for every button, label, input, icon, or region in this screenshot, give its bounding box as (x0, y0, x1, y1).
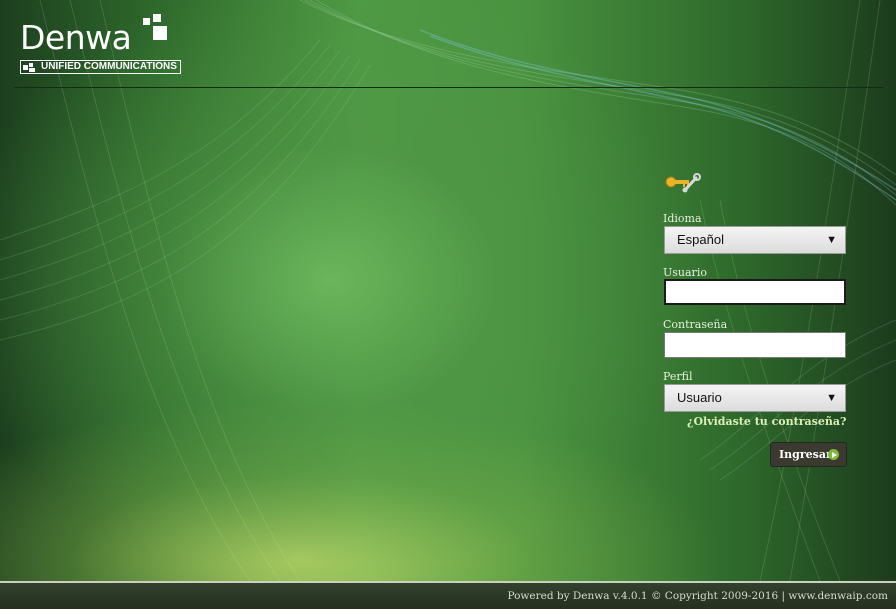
forgot-password-link[interactable]: ¿Olvidaste tu contraseña? (687, 415, 846, 428)
language-select-value: Español (677, 232, 724, 247)
footer-copyright: Powered by Denwa v.4.0.1 © Copyright 200… (507, 590, 888, 602)
language-label: Idioma (663, 212, 702, 225)
profile-label: Perfil (663, 370, 693, 383)
dropdown-arrow-icon: ▼ (826, 392, 837, 404)
logo-small-squares-icon (23, 63, 36, 72)
play-icon (828, 449, 839, 460)
logo-wordmark: Denwa (20, 18, 132, 57)
login-submit-button[interactable]: Ingresar (770, 442, 847, 467)
username-label: Usuario (663, 266, 707, 279)
profile-select[interactable]: Usuario ▼ (664, 384, 846, 412)
login-submit-label: Ingresar (779, 448, 832, 461)
header-divider (14, 87, 884, 88)
language-select[interactable]: Español ▼ (664, 226, 846, 254)
logo-tagline: UNIFIED COMMUNICATIONS (20, 60, 181, 74)
profile-select-value: Usuario (677, 390, 722, 405)
password-input[interactable] (664, 332, 846, 358)
logo-squares-icon (140, 14, 174, 48)
logo-tagline-text: UNIFIED COMMUNICATIONS (41, 61, 177, 72)
username-input[interactable] (664, 279, 846, 305)
keys-icon (663, 172, 703, 194)
dropdown-arrow-icon: ▼ (826, 234, 837, 246)
denwa-logo: Denwa UNIFIED COMMUNICATIONS (20, 14, 181, 76)
footer: Powered by Denwa v.4.0.1 © Copyright 200… (0, 581, 896, 609)
password-label: Contraseña (663, 318, 728, 331)
